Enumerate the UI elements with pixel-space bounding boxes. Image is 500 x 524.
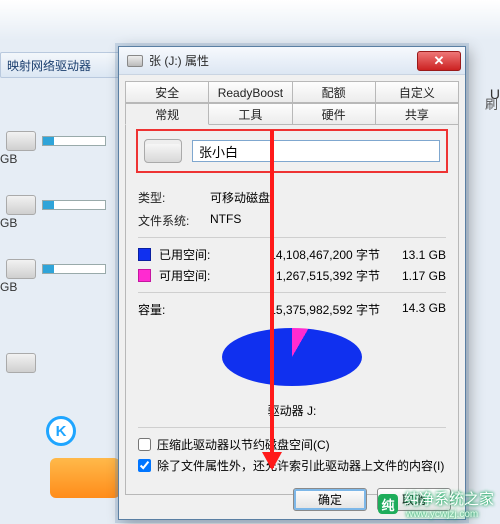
type-label: 类型: [138,189,210,206]
annotation-arrow [270,130,274,468]
close-button[interactable]: ✕ [417,51,461,71]
free-bytes: 1,267,515,392 字节 [229,267,390,284]
filesystem-label: 文件系统: [138,212,210,229]
app-shortcut-icon[interactable]: K [46,416,76,446]
separator [138,292,446,293]
index-checkbox-row[interactable]: 除了文件属性外，还允许索引此驱动器上文件的内容(I) [138,457,446,474]
used-space-row: 已用空间: 14,108,467,200 字节 13.1 GB [138,246,446,263]
tab-tools[interactable]: 工具 [208,103,292,125]
tab-security[interactable]: 安全 [125,81,209,103]
name-highlight-box [136,129,448,173]
top-fade [0,0,500,40]
compress-label: 压缩此驱动器以节约磁盘空间(C) [157,436,330,453]
map-network-drive-label: 映射网络驱动器 [7,57,91,74]
folder-icon[interactable] [50,458,120,498]
used-gb: 13.1 GB [390,248,446,262]
capacity-bytes: 15,375,982,592 字节 [228,301,390,318]
tab-sharing[interactable]: 共享 [375,103,459,125]
cropped-refresh-label: 刷 [485,94,498,113]
drive-usage-bar [42,136,106,146]
drive-name-input[interactable] [192,140,440,162]
drive-size-suffix: GB [0,280,17,294]
tab-quota[interactable]: 配额 [292,81,376,103]
close-icon: ✕ [434,53,445,69]
compress-checkbox[interactable] [138,438,151,451]
ok-label: 确定 [318,491,342,508]
drive-icon [6,259,36,279]
drive-icon [6,353,36,373]
free-color-swatch [138,269,151,282]
free-gb: 1.17 GB [390,269,446,283]
tab-general[interactable]: 常规 [125,103,209,125]
explorer-drive-item[interactable] [6,182,116,228]
type-value: 可移动磁盘 [210,189,270,206]
filesystem-value: NTFS [210,212,241,229]
free-label: 可用空间: [159,267,229,284]
app-shortcut-label: K [56,423,67,440]
dialog-title: 张 (J:) 属性 [149,52,411,69]
map-network-drive-button[interactable]: 映射网络驱动器 [0,52,120,78]
tab-row-2: 常规 工具 硬件 共享 [125,103,459,125]
drive-usage-bar [42,264,106,274]
tab-row-1: 安全 ReadyBoost 配额 自定义 [125,81,459,103]
drive-icon [6,131,36,151]
general-panel: 类型:可移动磁盘 文件系统:NTFS 已用空间: 14,108,467,200 … [125,125,459,495]
watermark-text: 纯净系统之家 [404,488,494,509]
drive-icon [144,139,182,163]
compress-checkbox-row[interactable]: 压缩此驱动器以节约磁盘空间(C) [138,436,446,453]
index-label: 除了文件属性外，还允许索引此驱动器上文件的内容(I) [157,457,444,474]
used-label: 已用空间: [159,246,229,263]
separator [138,237,446,238]
capacity-label: 容量: [138,301,228,318]
free-space-row: 可用空间: 1,267,515,392 字节 1.17 GB [138,267,446,284]
drive-icon [6,195,36,215]
used-color-swatch [138,248,151,261]
used-bytes: 14,108,467,200 字节 [229,246,390,263]
explorer-drive-item[interactable] [6,340,66,386]
tab-custom[interactable]: 自定义 [375,81,459,103]
watermark: 纯 纯净系统之家 www.ycwjzj.com [378,488,494,520]
index-checkbox[interactable] [138,459,151,472]
explorer-drive-item[interactable] [6,246,116,292]
ok-button[interactable]: 确定 [293,488,367,511]
separator [138,427,446,428]
drive-size-suffix: GB [0,216,17,230]
capacity-gb: 14.3 GB [390,301,446,318]
drive-icon [127,55,143,67]
drive-usage-bar [42,200,106,210]
watermark-url: www.ycwjzj.com [406,509,494,520]
pie-top [222,328,362,386]
drive-size-suffix: GB [0,152,17,166]
tab-hardware[interactable]: 硬件 [292,103,376,125]
tab-readyboost[interactable]: ReadyBoost [208,81,292,103]
drive-letter-label: 驱动器 J: [138,402,446,419]
titlebar[interactable]: 张 (J:) 属性 ✕ [119,47,465,75]
pie-chart [138,328,446,400]
watermark-logo-icon: 纯 [378,494,398,514]
explorer-drive-item[interactable] [6,118,116,164]
properties-dialog: 张 (J:) 属性 ✕ 安全 ReadyBoost 配额 自定义 常规 工具 硬… [118,46,466,520]
capacity-row: 容量: 15,375,982,592 字节 14.3 GB [138,301,446,318]
